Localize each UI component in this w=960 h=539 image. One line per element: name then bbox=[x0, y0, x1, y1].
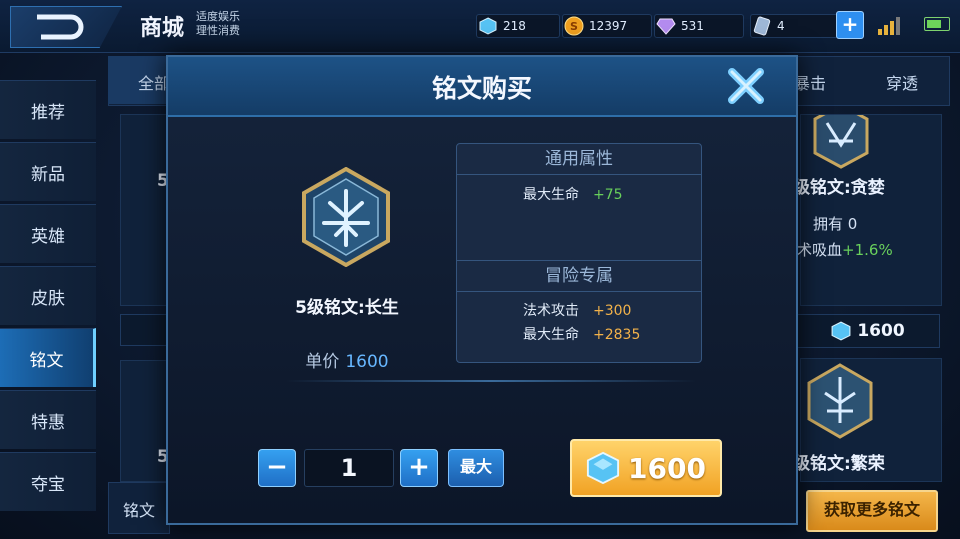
rune-prosperity-icon bbox=[807, 363, 873, 439]
crystal-value: 218 bbox=[503, 19, 526, 33]
category-all-tab[interactable]: 全部 bbox=[108, 56, 170, 104]
crystal-counter: 218 bbox=[476, 14, 560, 38]
adventure-attr-row: 法术攻击 +300 bbox=[523, 300, 631, 320]
bg-rune-owned: 拥有 0 bbox=[813, 215, 858, 233]
page-subtitle: 适度娱乐 理性消费 bbox=[196, 10, 240, 38]
bottom-rune-tab-label: 铭文 bbox=[123, 501, 156, 520]
rune-purchase-modal: 铭文购买 5级铭文:长生 单价 1600 通用属性 最大生命 +75 冒险专属 法术… bbox=[166, 55, 798, 525]
bg-price-strip-right: 1600 bbox=[796, 314, 940, 348]
attr-value: +75 bbox=[593, 187, 623, 203]
voucher-counter: 4 bbox=[750, 14, 838, 38]
bg-rune-stat: 术吸血+1.6% bbox=[797, 239, 893, 260]
bg-rune-stat-value: +1.6% bbox=[842, 241, 893, 259]
attr-name: 最大生命 bbox=[523, 187, 579, 203]
bg-rune-card-prosperity[interactable]: 级铭文:繁荣 bbox=[793, 358, 942, 482]
close-button[interactable] bbox=[722, 63, 770, 109]
bg-rune-card-left-1[interactable]: 5 bbox=[120, 114, 169, 306]
recharge-plus-button[interactable]: + bbox=[836, 11, 864, 39]
modal-header: 铭文购买 bbox=[168, 57, 796, 117]
attr-name: 最大生命 bbox=[523, 327, 579, 343]
attr-name: 法术攻击 bbox=[523, 303, 579, 319]
gold-counter: S 12397 bbox=[562, 14, 652, 38]
bg-price-value: 1600 bbox=[857, 321, 905, 341]
common-attr-row: 最大生命 +75 bbox=[523, 184, 623, 204]
adventure-attributes-title: 冒险专属 bbox=[457, 260, 701, 292]
subtitle-line-1: 适度娱乐 bbox=[196, 10, 240, 23]
crystal-icon bbox=[831, 321, 851, 341]
subtitle-line-2: 理性消费 bbox=[196, 24, 240, 37]
bg-rune-name-greed: 级铭文:贪婪 bbox=[793, 178, 885, 198]
signal-icon bbox=[878, 15, 902, 35]
diamond-icon bbox=[655, 15, 677, 37]
voucher-value: 4 bbox=[777, 19, 785, 33]
bottom-rune-tab[interactable]: 铭文 bbox=[108, 482, 170, 534]
buy-price: 1600 bbox=[628, 451, 706, 485]
bg-rune-stat-label: 术吸血 bbox=[797, 241, 843, 259]
rune-greed-icon bbox=[813, 115, 869, 169]
back-button[interactable] bbox=[10, 6, 122, 48]
buy-button[interactable]: 1600 bbox=[570, 439, 722, 497]
crystal-icon bbox=[477, 15, 499, 37]
svg-text:S: S bbox=[570, 20, 578, 33]
quantity-minus-button[interactable]: − bbox=[258, 449, 296, 487]
top-bar: 商城 适度娱乐 理性消费 218 S 12397 531 4 + bbox=[0, 0, 960, 53]
gold-value: 12397 bbox=[589, 19, 628, 33]
rune-longevity-icon bbox=[302, 167, 390, 267]
sidebar-item-deals[interactable]: 特惠 bbox=[0, 390, 96, 449]
category-crit-tab[interactable]: 暴击 bbox=[794, 70, 826, 94]
sidebar-item-treasure[interactable]: 夺宝 bbox=[0, 452, 96, 511]
sidebar-item-new[interactable]: 新品 bbox=[0, 142, 96, 201]
sidebar: 推荐 新品 英雄 皮肤 铭文 特惠 夺宝 bbox=[0, 80, 96, 514]
divider bbox=[286, 380, 696, 382]
get-more-runes-button[interactable]: 获取更多铭文 bbox=[806, 490, 938, 532]
common-attributes-title: 通用属性 bbox=[457, 144, 701, 175]
sidebar-item-recommend[interactable]: 推荐 bbox=[0, 80, 96, 139]
diamond-counter: 531 bbox=[654, 14, 744, 38]
bg-rune-name-prosperity: 级铭文:繁荣 bbox=[793, 454, 885, 474]
quantity-max-button[interactable]: 最大 bbox=[448, 449, 504, 487]
unit-price-label: 单价 bbox=[305, 352, 340, 372]
attr-value: +2835 bbox=[593, 327, 641, 343]
adventure-attr-row: 最大生命 +2835 bbox=[523, 324, 640, 344]
unit-price-value: 1600 bbox=[345, 352, 389, 372]
sidebar-item-skins[interactable]: 皮肤 bbox=[0, 266, 96, 325]
back-arrow-icon bbox=[31, 9, 91, 48]
bg-rune-card-left-2[interactable]: 5 bbox=[120, 360, 169, 482]
gold-coin-icon: S bbox=[563, 15, 585, 37]
attribute-panel: 通用属性 最大生命 +75 冒险专属 法术攻击 +300 最大生命 +2835 bbox=[456, 143, 702, 363]
sidebar-item-heroes[interactable]: 英雄 bbox=[0, 204, 96, 263]
attr-value: +300 bbox=[593, 303, 632, 319]
modal-title: 铭文购买 bbox=[431, 74, 532, 103]
quantity-plus-button[interactable]: + bbox=[400, 449, 438, 487]
category-penetrate-tab[interactable]: 穿透 bbox=[886, 70, 918, 94]
page-title: 商城 bbox=[140, 16, 185, 41]
battery-icon bbox=[924, 17, 950, 31]
voucher-icon bbox=[751, 15, 773, 37]
sidebar-item-runes[interactable]: 铭文 bbox=[0, 328, 96, 387]
close-icon bbox=[728, 68, 764, 104]
diamond-value: 531 bbox=[681, 19, 704, 33]
bg-price-strip-left bbox=[120, 314, 168, 346]
quantity-input[interactable]: 1 bbox=[304, 449, 394, 487]
bg-rune-card-greed[interactable]: 级铭文:贪婪 拥有 0 术吸血+1.6% bbox=[793, 114, 942, 306]
crystal-icon bbox=[586, 451, 620, 485]
